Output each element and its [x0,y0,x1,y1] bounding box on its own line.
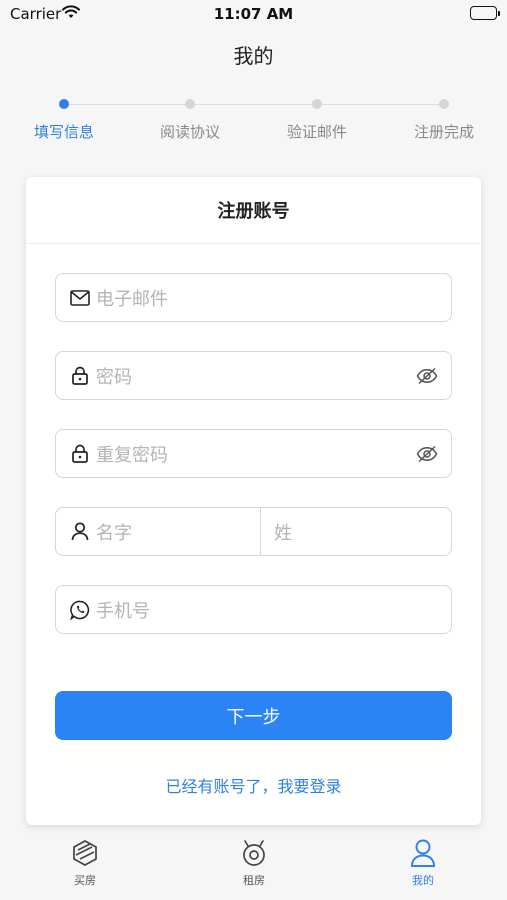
register-card: 注册账号 电子邮件 密码 重复密码 名字 姓 手机号 下一步 已经有账号了，我要… [26,177,481,825]
phone-field[interactable]: 手机号 [55,585,452,634]
repeat-password-field[interactable]: 重复密码 [55,429,452,478]
step-dot [439,99,449,109]
cube-icon [45,838,125,868]
step-label: 阅读协议 [159,123,220,141]
page-title: 我的 [233,44,274,68]
status-time: 11:07 AM [213,5,294,23]
battery-icon [470,6,500,20]
step-complete: 注册完成 [389,96,499,142]
whatsapp-icon [69,599,91,621]
tab-label: 租房 [243,874,265,887]
tab-buy-house[interactable]: 买房 [45,838,125,888]
user-icon [383,838,463,868]
eye-off-icon[interactable] [415,442,439,466]
card-title: 注册账号 [26,177,481,244]
eye-off-icon[interactable] [415,364,439,388]
lock-icon [69,443,91,465]
step-fill-info: 填写信息 [9,96,119,142]
user-icon [69,521,91,543]
first-name-placeholder: 名字 [96,522,132,544]
name-field-group: 名字 姓 [55,507,452,556]
step-dot [312,99,322,109]
tab-rent-house[interactable]: 租房 [214,838,294,888]
house-rent-icon [214,838,294,868]
email-field[interactable]: 电子邮件 [55,273,452,322]
last-name-placeholder: 姓 [274,522,292,544]
tab-label: 买房 [74,874,96,887]
password-placeholder: 密码 [96,366,132,388]
registration-stepper: 填写信息 阅读协议 验证邮件 注册完成 [0,96,507,146]
step-label: 注册完成 [413,123,474,141]
step-label: 填写信息 [33,123,94,141]
password-field[interactable]: 密码 [55,351,452,400]
tab-bar: 买房 租房 我的 [0,838,507,900]
next-step-button[interactable]: 下一步 [55,691,452,740]
repeat-password-placeholder: 重复密码 [96,444,168,466]
last-name-field[interactable]: 姓 [261,508,451,555]
step-verify-email: 验证邮件 [262,96,372,142]
step-dot [59,99,69,109]
lock-icon [69,365,91,387]
step-read-agreement: 阅读协议 [135,96,245,142]
step-label: 验证邮件 [286,123,347,141]
tab-label: 我的 [412,874,434,887]
mail-icon [69,287,91,309]
stepper-line [64,104,444,105]
status-bar: Carrier 11:07 AM [0,0,507,28]
login-link[interactable]: 已经有账号了，我要登录 [26,773,481,797]
phone-placeholder: 手机号 [96,600,150,622]
email-placeholder: 电子邮件 [96,288,168,310]
step-dot [185,99,195,109]
first-name-field[interactable]: 名字 [56,508,261,555]
tab-mine[interactable]: 我的 [383,838,463,888]
